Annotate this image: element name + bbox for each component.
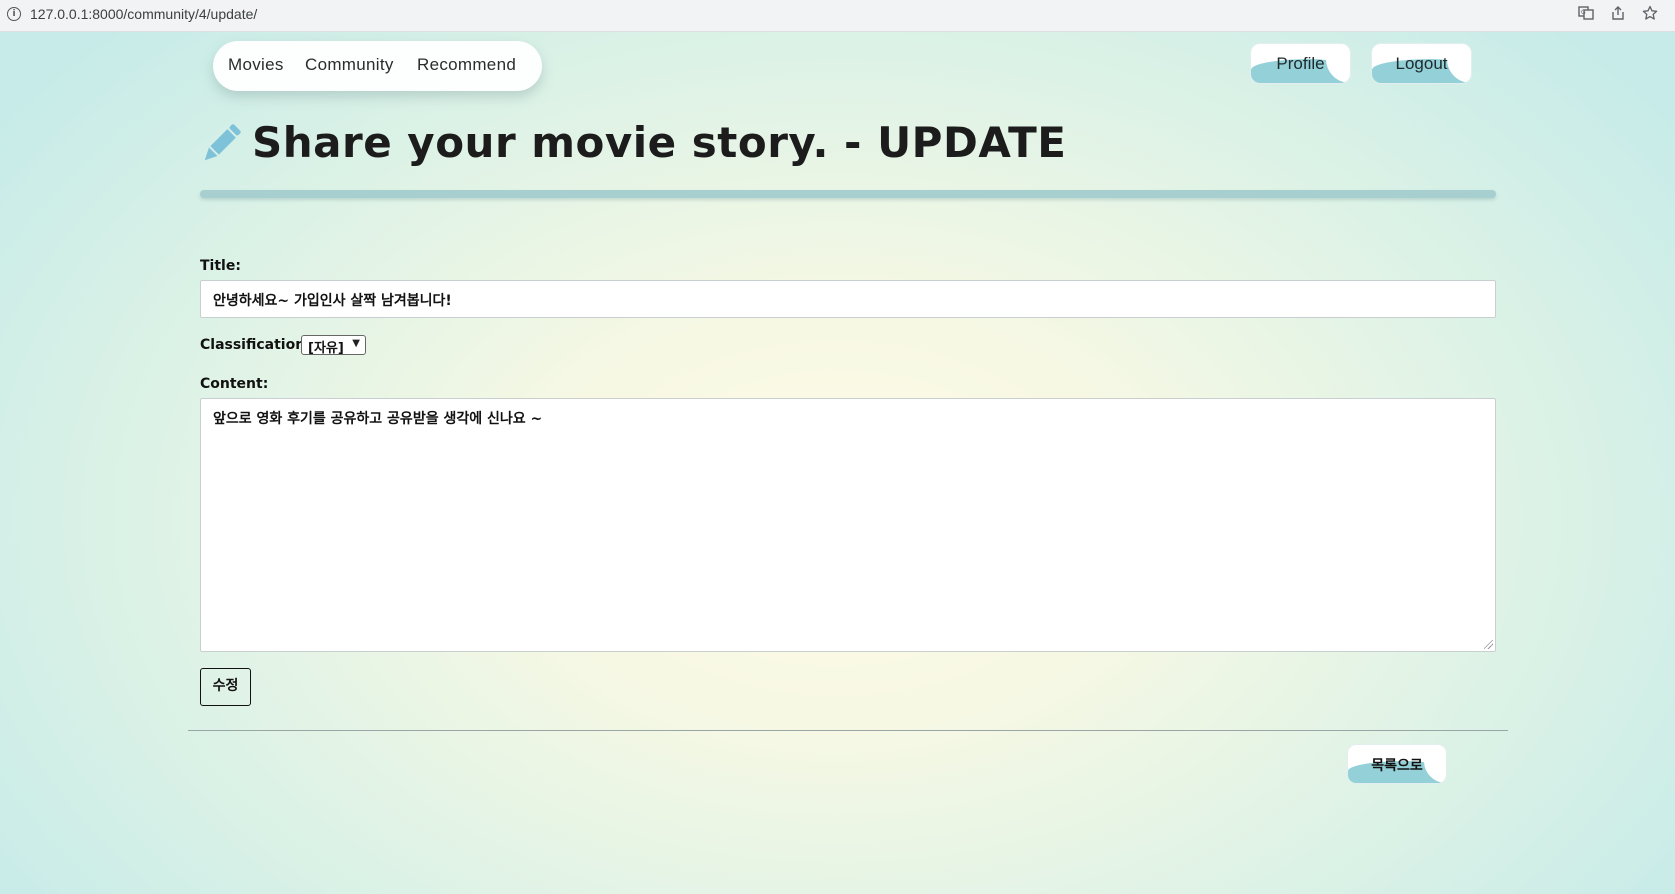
classification-select[interactable]: [자유] ▼	[301, 335, 366, 356]
classification-label: Classification:	[200, 337, 311, 353]
svg-text:G: G	[1581, 9, 1586, 16]
translate-icon[interactable]: G	[1576, 5, 1596, 25]
logout-button[interactable]: Logout	[1371, 43, 1472, 84]
nav-link-recommend[interactable]: Recommend	[417, 55, 516, 75]
title-divider	[200, 190, 1496, 198]
chevron-down-icon: ▼	[352, 338, 360, 349]
submit-update-button[interactable]: 수정	[200, 668, 251, 706]
url-text[interactable]: 127.0.0.1:8000/community/4/update/	[30, 6, 257, 22]
pencil-icon	[204, 124, 241, 161]
page-title: Share your movie story. - UPDATE	[252, 118, 1067, 167]
classification-selected-value: [자유]	[308, 341, 344, 356]
content-textarea-value: 앞으로 영화 후기를 공유하고 공유받을 생각에 신나요 ~	[213, 411, 543, 427]
logout-button-label: Logout	[1395, 54, 1448, 73]
share-icon[interactable]	[1608, 5, 1628, 25]
content-label: Content:	[200, 376, 269, 392]
nav-link-movies[interactable]: Movies	[228, 55, 284, 75]
bookmark-star-icon[interactable]	[1640, 5, 1660, 25]
back-to-list-label: 목록으로	[1371, 758, 1423, 774]
site-info-icon[interactable]: i	[7, 7, 21, 21]
profile-button-label: Profile	[1276, 54, 1325, 73]
back-to-list-button[interactable]: 목록으로	[1347, 744, 1447, 784]
resize-grip-icon[interactable]	[1484, 640, 1493, 649]
title-input[interactable]: 안녕하세요~ 가입인사 살짝 남겨봅니다!	[200, 280, 1496, 318]
content-textarea[interactable]: 앞으로 영화 후기를 공유하고 공유받을 생각에 신나요 ~	[200, 398, 1496, 652]
title-label: Title:	[200, 258, 241, 274]
nav-link-community[interactable]: Community	[305, 55, 394, 75]
profile-button[interactable]: Profile	[1250, 43, 1351, 84]
address-bar: i 127.0.0.1:8000/community/4/update/ G	[0, 0, 1675, 32]
title-input-value: 안녕하세요~ 가입인사 살짝 남겨봅니다!	[213, 293, 452, 309]
footer-divider	[188, 730, 1508, 731]
